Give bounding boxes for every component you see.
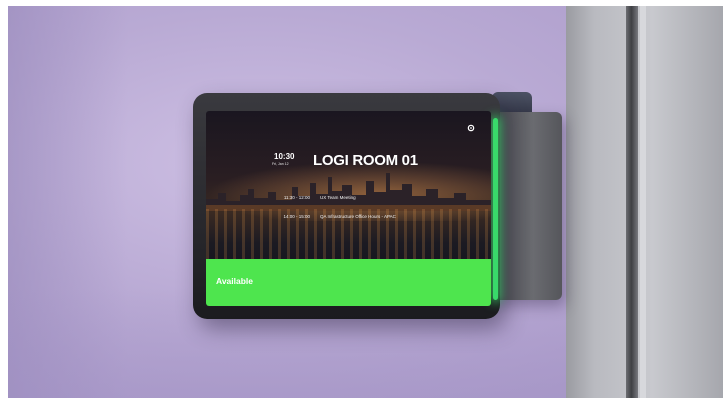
meeting-item[interactable]: 14:00 - 15:00 QA Infrastructure Office Ho… bbox=[266, 214, 396, 219]
tablet-screen: 10:30 Fri, Jan 12 LOGI ROOM 01 11:30 - 1… bbox=[206, 111, 491, 306]
pillar-highlight bbox=[640, 6, 646, 398]
pillar-frame bbox=[626, 6, 638, 398]
availability-status-bar[interactable]: Available bbox=[206, 259, 491, 306]
meeting-item[interactable]: 11:30 - 12:00 UX Team Meeting bbox=[266, 195, 356, 200]
city-skyline bbox=[206, 173, 491, 211]
availability-status-label: Available bbox=[216, 276, 254, 286]
meeting-title: QA Infrastructure Office Hours - APAC bbox=[320, 214, 396, 219]
status-led-strip bbox=[493, 118, 498, 300]
clock-time: 10:30 bbox=[274, 152, 295, 161]
settings-icon[interactable] bbox=[467, 124, 475, 132]
meeting-time: 11:30 - 12:00 bbox=[283, 195, 310, 200]
meeting-title: UX Team Meeting bbox=[320, 195, 356, 200]
mount-bracket bbox=[490, 112, 562, 300]
clock-date: Fri, Jan 12 bbox=[272, 162, 289, 166]
room-name: LOGI ROOM 01 bbox=[313, 152, 418, 169]
meeting-time: 14:00 - 15:00 bbox=[283, 214, 310, 219]
